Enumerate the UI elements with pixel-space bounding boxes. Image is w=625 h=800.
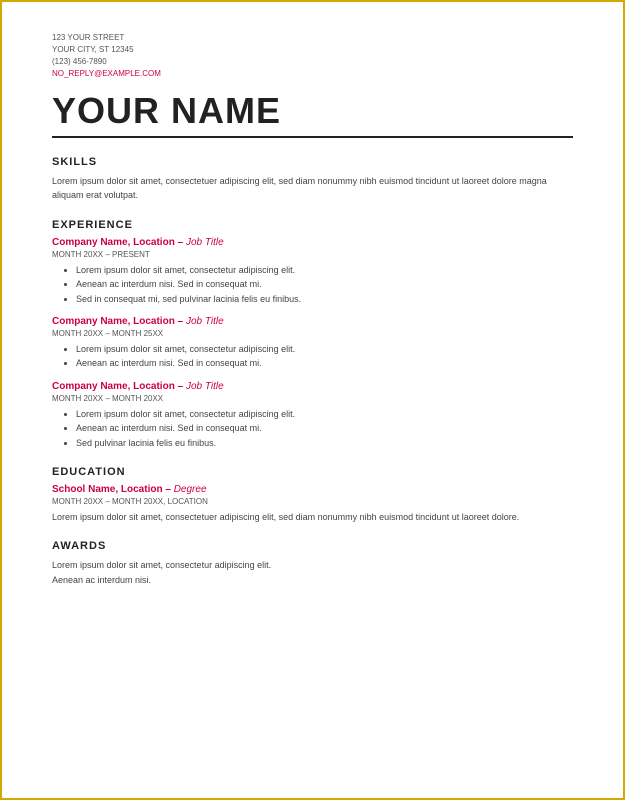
bullet-3-3: Sed pulvinar lacinia felis eu finibus.	[76, 436, 573, 450]
awards-title: AWARDS	[52, 540, 573, 552]
contact-email: NO_REPLY@EXAMPLE.COM	[52, 68, 573, 80]
experience-title: EXPERIENCE	[52, 219, 573, 231]
edu-dates: MONTH 20XX – MONTH 20XX, LOCATION	[52, 497, 573, 506]
company-1: Company Name, Location – Job Title	[52, 237, 573, 248]
skills-section: SKILLS Lorem ipsum dolor sit amet, conse…	[52, 156, 573, 203]
job-dates-1: MONTH 20XX – PRESENT	[52, 250, 573, 259]
name-divider	[52, 136, 573, 138]
contact-citystate: YOUR CITY, ST 12345	[52, 44, 573, 56]
school-name: School Name, Location	[52, 484, 163, 495]
degree: Degree	[174, 484, 207, 495]
bullet-1-2: Aenean ac interdum nisi. Sed in consequa…	[76, 277, 573, 291]
job-title-2: Job Title	[186, 316, 224, 327]
bullet-3-2: Aenean ac interdum nisi. Sed in consequa…	[76, 421, 573, 435]
job-bullets-2: Lorem ipsum dolor sit amet, consectetur …	[76, 342, 573, 371]
job-entry-3: Company Name, Location – Job Title MONTH…	[52, 381, 573, 450]
company-name-2: Company Name, Location	[52, 316, 175, 327]
skills-title: SKILLS	[52, 156, 573, 168]
company-name-1: Company Name, Location	[52, 237, 175, 248]
edu-dash: –	[163, 484, 174, 495]
contact-street: 123 YOUR STREET	[52, 32, 573, 44]
school-entry: School Name, Location – Degree	[52, 484, 573, 495]
job-bullets-1: Lorem ipsum dolor sit amet, consectetur …	[76, 263, 573, 306]
contact-phone: (123) 456-7890	[52, 56, 573, 68]
education-title: EDUCATION	[52, 466, 573, 478]
resume-page: 123 YOUR STREET YOUR CITY, ST 12345 (123…	[0, 0, 625, 800]
education-section: EDUCATION School Name, Location – Degree…	[52, 466, 573, 524]
job-entry-1: Company Name, Location – Job Title MONTH…	[52, 237, 573, 306]
job-dates-3: MONTH 20XX – MONTH 20XX	[52, 394, 573, 403]
job-title-3: Job Title	[186, 381, 224, 392]
job-dates-2: MONTH 20XX – MONTH 25XX	[52, 329, 573, 338]
company-2: Company Name, Location – Job Title	[52, 316, 573, 327]
bullet-1-1: Lorem ipsum dolor sit amet, consectetur …	[76, 263, 573, 277]
contact-info: 123 YOUR STREET YOUR CITY, ST 12345 (123…	[52, 32, 573, 80]
experience-section: EXPERIENCE Company Name, Location – Job …	[52, 219, 573, 450]
awards-section: AWARDS Lorem ipsum dolor sit amet, conse…	[52, 540, 573, 587]
job-entry-2: Company Name, Location – Job Title MONTH…	[52, 316, 573, 371]
dash-3: –	[175, 381, 186, 392]
edu-body: Lorem ipsum dolor sit amet, consectetuer…	[52, 510, 573, 524]
bullet-2-2: Aenean ac interdum nisi. Sed in consequa…	[76, 356, 573, 370]
bullet-3-1: Lorem ipsum dolor sit amet, consectetur …	[76, 407, 573, 421]
job-bullets-3: Lorem ipsum dolor sit amet, consectetur …	[76, 407, 573, 450]
awards-line2: Aenean ac interdum nisi.	[52, 573, 573, 587]
job-title-1: Job Title	[186, 237, 224, 248]
company-name-3: Company Name, Location	[52, 381, 175, 392]
bullet-2-1: Lorem ipsum dolor sit amet, consectetur …	[76, 342, 573, 356]
dash-2: –	[175, 316, 186, 327]
skills-body: Lorem ipsum dolor sit amet, consectetuer…	[52, 174, 573, 203]
dash-1: –	[175, 237, 186, 248]
awards-line1: Lorem ipsum dolor sit amet, consectetur …	[52, 558, 573, 572]
bullet-1-3: Sed in consequat mi, sed pulvinar lacini…	[76, 292, 573, 306]
resume-name: YOUR NAME	[52, 90, 573, 132]
company-3: Company Name, Location – Job Title	[52, 381, 573, 392]
